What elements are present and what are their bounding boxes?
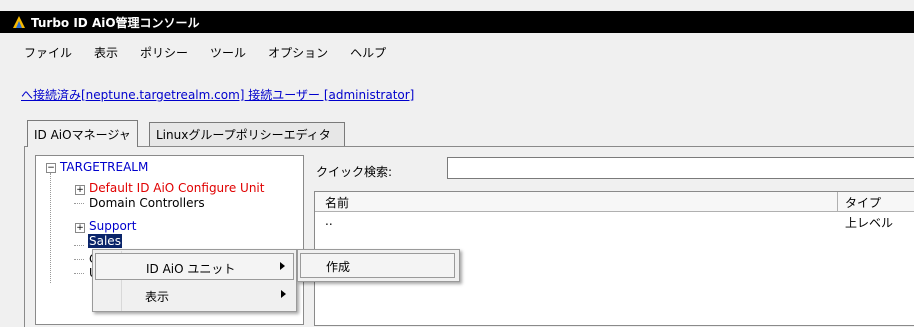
tree-guide-line — [74, 259, 84, 260]
title-bar: Turbo ID AiO管理コンソール — [0, 11, 914, 33]
tree-guide-line — [50, 173, 51, 283]
tree-root[interactable]: TARGETREALM — [60, 160, 148, 174]
submenu-arrow-icon — [281, 290, 286, 298]
tree-node-sales[interactable]: Sales — [88, 234, 122, 248]
menu-item-label: 表示 — [145, 290, 170, 304]
connection-link[interactable]: へ接続済み[neptune.targetrealm.com] 接続ユーザー [a… — [21, 86, 414, 103]
expand-icon[interactable]: + — [75, 223, 85, 233]
tree-guide-line — [74, 245, 84, 246]
tree-guide-line — [74, 203, 84, 204]
tree-node-default-unit[interactable]: Default ID AiO Configure Unit — [89, 181, 264, 195]
column-header-name[interactable]: 名前 — [325, 194, 349, 211]
submenu: 作成 — [297, 249, 460, 282]
menu-file[interactable]: ファイル — [24, 44, 72, 61]
expand-icon[interactable]: + — [75, 185, 85, 195]
menu-item-view[interactable]: 表示 — [95, 282, 294, 309]
context-menu: ID AiO ユニット 表示 — [92, 249, 297, 312]
tree-node-label: Sales — [88, 234, 122, 248]
column-separator[interactable] — [837, 192, 838, 211]
app-logo-icon — [11, 14, 27, 30]
panel-splitter[interactable] — [306, 155, 309, 325]
tab-id-aio-manager[interactable]: ID AiOマネージャ — [27, 120, 138, 147]
tree-node-support[interactable]: Support — [89, 219, 136, 233]
list-row-type: 上レベル — [845, 216, 894, 230]
tab-linux-gp-editor[interactable]: Linuxグループポリシーエディタ — [149, 122, 345, 146]
menu-view[interactable]: 表示 — [94, 44, 118, 61]
collapse-icon[interactable]: − — [46, 163, 56, 173]
menu-tools[interactable]: ツール — [210, 44, 246, 61]
menu-item-create[interactable]: 作成 — [300, 253, 455, 278]
list-row-name[interactable]: .. — [325, 214, 333, 228]
quick-search-label: クイック検索: — [316, 165, 393, 179]
menu-help[interactable]: ヘルプ — [350, 44, 386, 61]
tree-guide-line — [74, 273, 84, 274]
column-header-type[interactable]: タイプ — [845, 194, 881, 211]
window-title: Turbo ID AiO管理コンソール — [31, 15, 200, 30]
submenu-arrow-icon — [280, 262, 285, 270]
quick-search-input[interactable] — [447, 157, 914, 179]
list-header: 名前 タイプ — [315, 192, 914, 212]
menu-item-label: ID AiO ユニット — [146, 262, 236, 276]
menu-bar: ファイル 表示 ポリシー ツール オプション ヘルプ — [0, 35, 914, 69]
menu-options[interactable]: オプション — [268, 44, 328, 61]
menu-policy[interactable]: ポリシー — [140, 44, 188, 61]
menu-item-label: 作成 — [326, 260, 351, 274]
tree-node-domain-controllers[interactable]: Domain Controllers — [89, 196, 205, 210]
menu-item-id-aio-unit[interactable]: ID AiO ユニット — [95, 253, 294, 280]
